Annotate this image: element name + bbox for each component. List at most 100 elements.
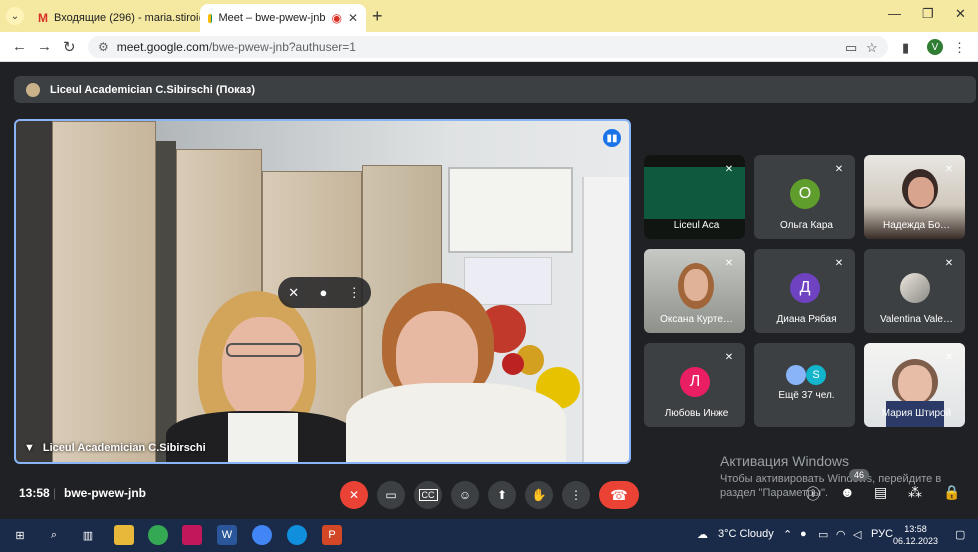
more-participants-tile[interactable]: S Ещё 37 чел.: [754, 343, 855, 427]
more-options-button[interactable]: ⋮: [562, 481, 590, 509]
more-options-icon[interactable]: ⋮: [348, 285, 361, 301]
volume-icon[interactable]: ◁: [853, 528, 861, 541]
recording-icon: ◉: [331, 11, 342, 25]
edge-icon[interactable]: [287, 525, 307, 545]
main-video-tile[interactable]: ▮▮ ✕ ● ⋮ ▼ Liceul Academician C.Sibirsch…: [14, 119, 631, 464]
site-info-icon[interactable]: ⚙: [98, 40, 109, 54]
menu-icon[interactable]: ⋮: [953, 40, 966, 56]
meeting-time: 13:58: [19, 486, 50, 500]
participant-name: Мария Штирой: [881, 408, 952, 419]
meet-control-bar: 13:58 | bwe-pwew-jnb ✕ ▭ CC ☺ ⬆ ✋ ⋮ ☎ ⓘ …: [0, 469, 978, 519]
participant-tile[interactable]: Д ✕ Диана Рябая: [754, 249, 855, 333]
meeting-code: bwe-pwew-jnb: [64, 486, 146, 500]
participant-tile[interactable]: ✕ Мария Штирой: [864, 343, 965, 427]
participant-avatar: Л: [680, 367, 710, 397]
info-icon[interactable]: ⓘ: [806, 484, 820, 504]
participant-tile[interactable]: ✕ Оксана Курте…: [644, 249, 745, 333]
participant-tile[interactable]: Л ✕ Любовь Инже: [644, 343, 745, 427]
word-icon[interactable]: W: [217, 525, 237, 545]
raise-hand-button[interactable]: ✋: [525, 481, 553, 509]
activities-icon[interactable]: ⁂: [908, 484, 922, 501]
participant-tile[interactable]: ✕ Надежда Бо…: [864, 155, 965, 239]
language-indicator[interactable]: РУС: [871, 528, 893, 540]
tab-gmail[interactable]: M Входящие (296) - maria.stiroi@: [30, 4, 200, 32]
close-tab-icon[interactable]: ✕: [348, 11, 358, 25]
url-path: /bwe-pwew-jnb?authuser=1: [208, 40, 356, 54]
camera-button[interactable]: ▭: [377, 481, 405, 509]
people-icon[interactable]: ☻: [840, 484, 855, 500]
pin-off-icon[interactable]: ✕: [288, 285, 299, 301]
task-view-icon[interactable]: ▥: [78, 525, 98, 545]
participant-avatar: S: [806, 365, 826, 385]
chrome-active-icon[interactable]: [252, 525, 272, 545]
leave-call-button[interactable]: ☎: [599, 481, 639, 509]
tray-chevron-icon[interactable]: ⌃: [783, 528, 792, 541]
camera-in-use-icon[interactable]: ▭: [845, 40, 857, 56]
presenting-label: Liceul Academician C.Sibirschi (Показ): [50, 83, 256, 96]
pin-icon: ▼: [24, 442, 35, 454]
wifi-icon[interactable]: ◠: [836, 528, 846, 541]
separator: |: [53, 486, 57, 500]
mic-icon[interactable]: ●: [320, 285, 328, 300]
tab-meet[interactable]: Meet – bwe-pwew-jnb ◉ ✕: [200, 4, 366, 32]
address-bar[interactable]: ⚙ meet.google.com/bwe-pwew-jnb?authuser=…: [88, 36, 888, 58]
reload-button[interactable]: ↻: [63, 38, 76, 56]
mic-off-icon: ✕: [348, 488, 360, 502]
restore-button[interactable]: ❐: [922, 6, 934, 22]
participant-avatar: О: [790, 179, 820, 209]
powerpoint-icon[interactable]: P: [322, 525, 342, 545]
back-button[interactable]: ←: [12, 38, 27, 55]
notifications-icon[interactable]: ▢: [955, 528, 965, 541]
minimize-button[interactable]: —: [888, 6, 901, 21]
participant-name: Liceul Aca: [673, 220, 720, 231]
speaking-indicator-icon: ▮▮: [603, 129, 621, 147]
taskbar-time: 13:58: [904, 524, 927, 534]
meet-icon: [208, 13, 213, 23]
mic-tray-icon[interactable]: ●: [800, 528, 807, 540]
taskbar-date: 06.12.2023: [893, 536, 939, 546]
reactions-button[interactable]: ☺: [451, 481, 479, 509]
browser-tab-bar: ⌄ M Входящие (296) - maria.stiroi@ Meet …: [0, 0, 978, 32]
side-panel-icon[interactable]: ▮: [902, 40, 909, 56]
taskbar-clock[interactable]: 13:58 06.12.2023: [893, 523, 938, 547]
new-tab-button[interactable]: +: [372, 6, 383, 27]
tab-title: Meet – bwe-pwew-jnb: [218, 12, 326, 24]
url-host: meet.google.com: [116, 40, 209, 54]
participant-tile[interactable]: О ✕ Ольга Кара: [754, 155, 855, 239]
participant-name: Любовь Инже: [664, 408, 729, 419]
windows-start-icon[interactable]: ⊞: [10, 525, 30, 545]
muted-mic-icon: ✕: [724, 257, 734, 269]
chat-icon[interactable]: ▤: [874, 484, 887, 501]
app-icon[interactable]: [182, 525, 202, 545]
tab-title: Входящие (296) - maria.stiroi@: [54, 12, 200, 24]
mic-off-button[interactable]: ✕: [340, 481, 368, 509]
participant-avatar: Д: [790, 273, 820, 303]
participant-name: Valentina Vale…: [879, 314, 953, 325]
bookmark-star-icon[interactable]: ☆: [866, 40, 878, 56]
weather-text[interactable]: 3°C Cloudy: [718, 528, 774, 540]
muted-mic-icon: ✕: [944, 351, 954, 363]
captions-button[interactable]: CC: [414, 481, 442, 509]
present-screen-button[interactable]: ⬆: [488, 481, 516, 509]
profile-avatar[interactable]: V: [927, 39, 943, 55]
gmail-icon: M: [38, 11, 48, 25]
people-count-badge: 46: [849, 469, 870, 481]
weather-icon[interactable]: ☁: [697, 528, 708, 541]
tile-hover-controls: ✕ ● ⋮: [278, 277, 371, 308]
host-controls-icon[interactable]: 🔒: [943, 484, 960, 501]
emoji-icon: ☺: [458, 488, 472, 502]
search-icon[interactable]: ⌕: [44, 525, 64, 545]
meet-stage: Liceul Academician C.Sibirschi (Показ) ▮…: [0, 63, 978, 519]
tab-search-icon[interactable]: ⌄: [6, 7, 24, 25]
close-window-button[interactable]: ✕: [955, 6, 966, 22]
participant-tile[interactable]: ✕ Valentina Vale…: [864, 249, 965, 333]
file-explorer-icon[interactable]: [114, 525, 134, 545]
participant-name: Оксана Курте…: [660, 314, 733, 325]
tile-name: ▼ Liceul Academician C.Sibirschi: [24, 442, 206, 454]
presenter-avatar-icon: [26, 82, 40, 97]
captions-icon: CC: [418, 489, 438, 501]
forward-button[interactable]: →: [37, 38, 52, 55]
chrome-icon[interactable]: [148, 525, 168, 545]
participant-tile[interactable]: ✕ Liceul Aca: [644, 155, 745, 239]
battery-icon[interactable]: ▭: [818, 528, 828, 541]
